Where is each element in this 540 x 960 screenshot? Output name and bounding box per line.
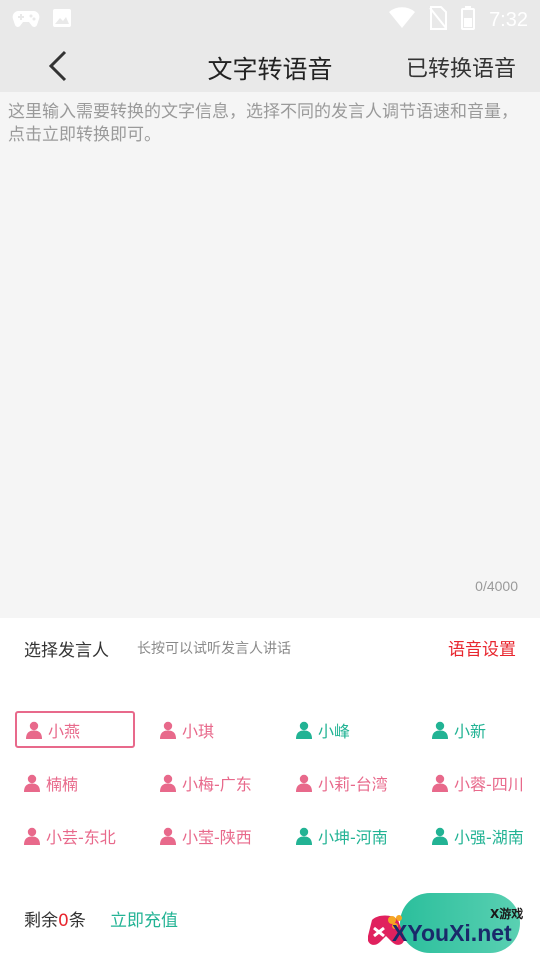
- person-icon: [432, 827, 448, 845]
- person-icon: [24, 774, 40, 792]
- status-right-icons: 7:32: [389, 6, 528, 34]
- select-speaker-label: 选择发言人: [24, 641, 109, 661]
- speaker-section-header: 选择发言人 长按可以试听发言人讲话 语音设置: [0, 618, 540, 676]
- remaining-suffix: 条: [68, 911, 86, 931]
- battery-icon: [461, 6, 476, 34]
- char-counter: 0/4000: [475, 578, 518, 594]
- recharge-button[interactable]: 立即充值: [110, 906, 178, 931]
- speaker-name: 小新: [454, 721, 487, 741]
- text-input[interactable]: [0, 92, 540, 618]
- person-icon: [432, 774, 448, 792]
- speaker-name: 小芸-东北: [46, 827, 116, 847]
- person-icon: [296, 827, 312, 845]
- watermark-big-text: XYouXi.net: [392, 920, 512, 946]
- wifi-icon: [389, 7, 416, 33]
- speaker-name: 小坤-河南: [318, 827, 388, 847]
- watermark: X游戏 XYouXi.net: [368, 900, 538, 960]
- person-icon: [296, 774, 312, 792]
- speaker-name: 小莹-陕西: [182, 827, 252, 847]
- person-icon: [26, 721, 42, 739]
- speaker-name: 小蓉-四川: [454, 774, 524, 794]
- speaker-option[interactable]: 小琪: [151, 711, 271, 748]
- voice-settings-button[interactable]: 语音设置: [448, 635, 516, 660]
- speaker-name: 小强-湖南: [454, 827, 524, 847]
- person-icon: [160, 827, 176, 845]
- remaining-prefix: 剩余: [24, 911, 58, 931]
- text-editor: 0/4000: [0, 92, 540, 618]
- speaker-hint: 长按可以试听发言人讲话: [137, 641, 291, 657]
- speaker-option[interactable]: 小峰: [287, 711, 407, 748]
- speaker-name: 小琪: [182, 721, 215, 741]
- person-icon: [296, 721, 312, 739]
- status-clock: 7:32: [489, 8, 528, 31]
- speaker-option[interactable]: 小坤-河南: [287, 817, 407, 854]
- speaker-name: 楠楠: [46, 774, 79, 794]
- remaining-count: 0: [58, 911, 69, 931]
- speaker-option[interactable]: 小蓉-四川: [423, 764, 540, 801]
- remaining-count-text: 剩余0条: [24, 906, 86, 931]
- speaker-name: 小燕: [48, 721, 81, 741]
- speaker-name: 小峰: [318, 721, 351, 741]
- person-icon: [160, 721, 176, 739]
- status-bar: 7:32: [0, 0, 540, 38]
- speaker-option[interactable]: 小新: [423, 711, 540, 748]
- person-icon: [160, 774, 176, 792]
- status-left-icons: [12, 8, 72, 32]
- person-icon: [432, 721, 448, 739]
- speaker-option[interactable]: 小燕: [15, 711, 135, 748]
- speaker-option[interactable]: 小莉-台湾: [287, 764, 407, 801]
- person-icon: [24, 827, 40, 845]
- image-icon: [52, 8, 72, 32]
- no-sim-icon: [429, 6, 448, 34]
- speaker-option[interactable]: 小强-湖南: [423, 817, 540, 854]
- converted-audio-link[interactable]: 已转换语音: [406, 51, 516, 83]
- gamepad-icon: [12, 8, 40, 32]
- speaker-option[interactable]: 小莹-陕西: [151, 817, 271, 854]
- speaker-option[interactable]: 小芸-东北: [15, 817, 135, 854]
- app-bar: 文字转语音 已转换语音: [0, 38, 540, 92]
- speaker-name: 小莉-台湾: [318, 774, 388, 794]
- speaker-option[interactable]: 楠楠: [15, 764, 135, 801]
- speaker-option[interactable]: 小梅-广东: [151, 764, 271, 801]
- speaker-name: 小梅-广东: [182, 774, 252, 794]
